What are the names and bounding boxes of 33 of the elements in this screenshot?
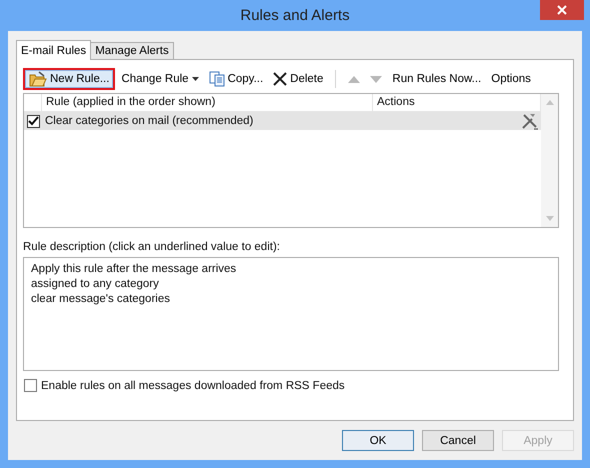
folder-icon (29, 71, 47, 87)
toolbar-button[interactable]: Options (487, 68, 535, 90)
close-icon (557, 5, 567, 15)
checkbox[interactable] (24, 379, 37, 392)
scroll-down-icon[interactable] (546, 216, 554, 221)
toolbar-button[interactable]: New Rule... (23, 68, 116, 90)
scrollbar[interactable] (541, 94, 558, 227)
copy-icon (208, 71, 225, 87)
toolbar-button[interactable]: Run Rules Now... (388, 68, 486, 90)
dialog-button[interactable]: Cancel (422, 430, 494, 451)
close-button[interactable] (540, 0, 584, 20)
description-line: clear message's categories (31, 292, 171, 307)
toolbar-button[interactable]: Delete (269, 68, 328, 90)
caret-icon (192, 77, 199, 81)
toolbar-button[interactable]: Change Rule (117, 68, 203, 90)
rule-row[interactable]: Clear categories on mail (recommended) (24, 112, 541, 130)
delete-icon (273, 72, 288, 86)
tools-icon[interactable] (521, 112, 539, 130)
scroll-up-icon[interactable] (546, 100, 554, 105)
description-line: assigned to any category (31, 277, 160, 292)
checkbox[interactable] (27, 114, 40, 128)
rule-name: Clear categories on mail (recommended) (45, 115, 254, 127)
description-line: Apply this rule after the message arrives (31, 262, 238, 277)
tab[interactable]: E-mail Rules (16, 40, 92, 60)
up-arrow-icon (348, 76, 360, 82)
tab[interactable]: Manage Alerts (90, 42, 174, 59)
column-header[interactable]: Rule (applied in the order shown) (42, 94, 373, 111)
window-title: Rules and Alerts (240, 7, 350, 24)
toolbar-button[interactable]: Copy... (204, 68, 268, 90)
description-label: Rule description (click an underlined value to edit): (23, 241, 281, 255)
dialog-button[interactable]: OK (342, 430, 414, 451)
down-arrow-icon (370, 76, 382, 82)
checkbox-label: Enable rules on all messages downloaded from RSS Feeds (41, 380, 345, 392)
